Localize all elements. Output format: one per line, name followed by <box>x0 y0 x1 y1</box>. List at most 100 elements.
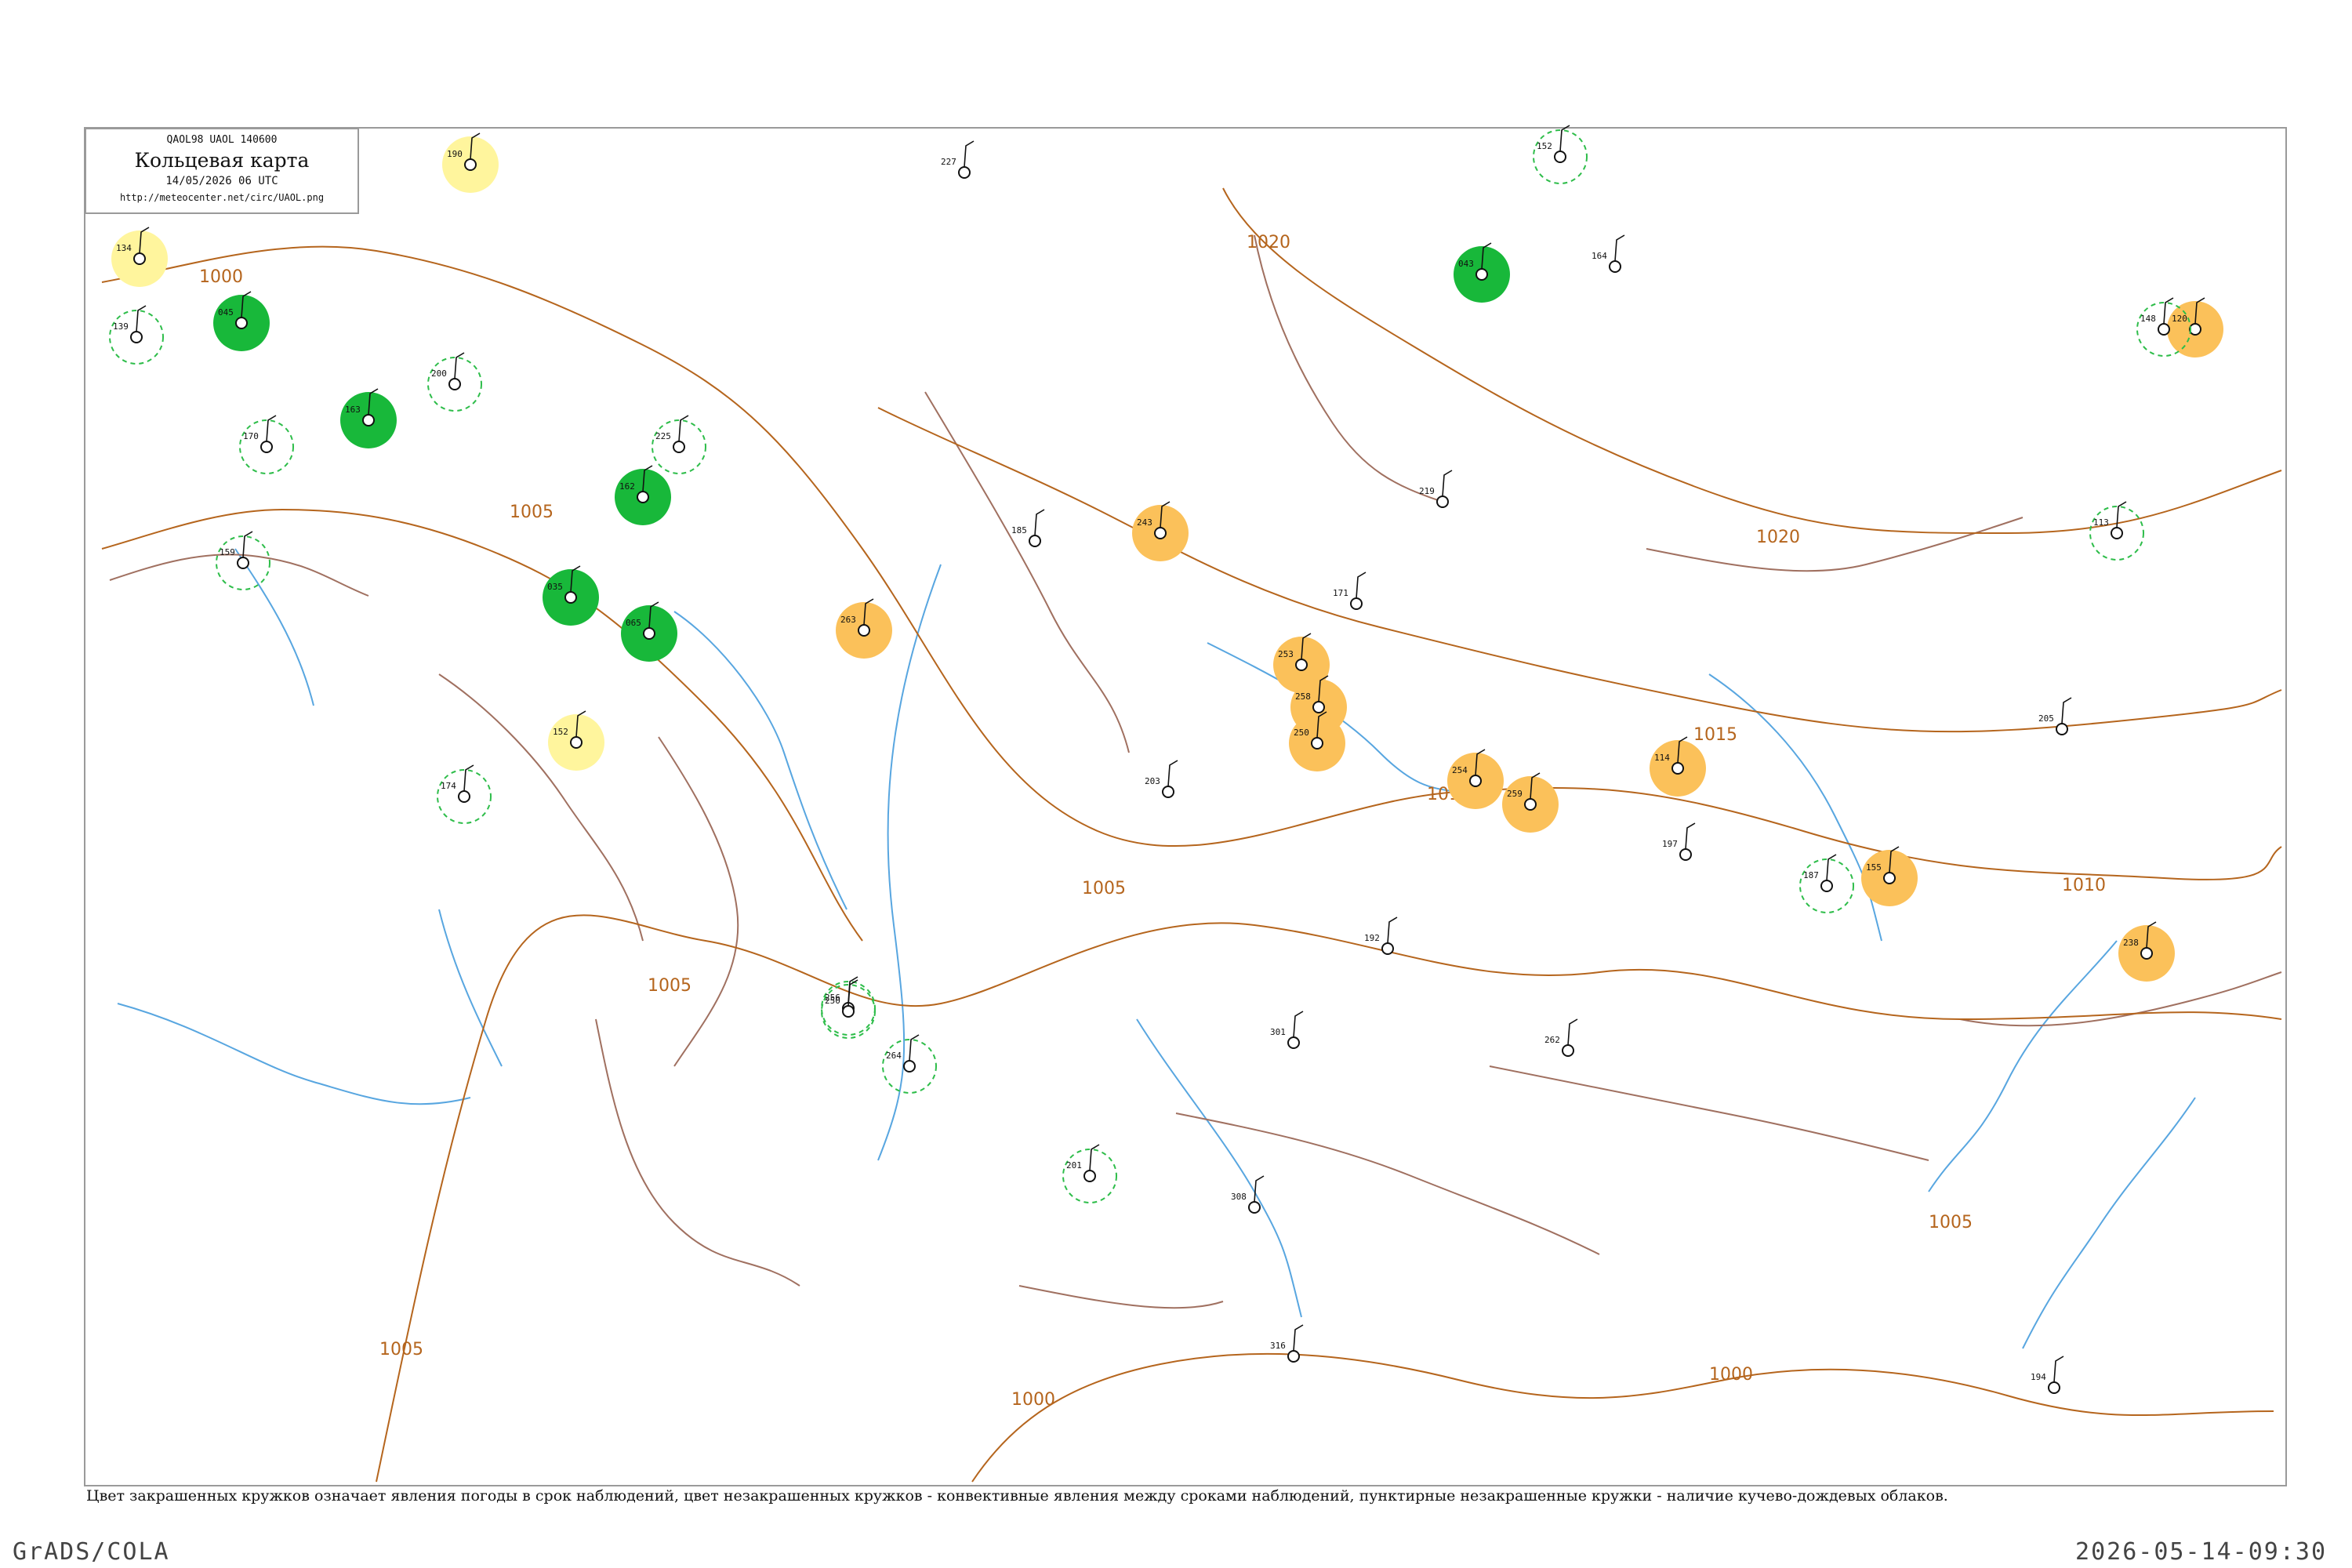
station-pressure-code: 308 <box>1231 1192 1247 1202</box>
station-pressure-code: 171 <box>1333 588 1348 598</box>
station-pressure-code: 258 <box>1295 691 1311 702</box>
station-circle-icon <box>235 317 248 329</box>
station-circle-icon <box>1295 659 1308 671</box>
map-header: QAOL98 UAOL 140600 Кольцевая карта 14/05… <box>85 128 359 214</box>
station-circle-icon <box>1083 1170 1096 1182</box>
station-pressure-code: 065 <box>626 618 641 628</box>
station-pressure-code: 155 <box>1866 862 1882 873</box>
station-circle-icon <box>1312 701 1325 713</box>
station-circle-icon <box>842 1005 855 1018</box>
station-pressure-code: 219 <box>1419 486 1435 496</box>
station-pressure-code: 200 <box>431 368 447 379</box>
isobar-label: 1020 <box>1247 233 1290 252</box>
station-pressure-code: 250 <box>825 996 840 1006</box>
station-circle-icon <box>1436 495 1449 508</box>
isobar-label: 1005 <box>1082 879 1126 898</box>
isobar-label: 1000 <box>1709 1365 1753 1385</box>
station-pressure-code: 316 <box>1270 1341 1286 1351</box>
station-circle-icon <box>2189 323 2201 336</box>
isobar-label: 1010 <box>2062 876 2106 895</box>
station-circle-icon <box>958 166 971 179</box>
station-pressure-code: 170 <box>243 431 259 441</box>
station-circle-icon <box>464 158 477 171</box>
station-pressure-code: 152 <box>1537 141 1552 151</box>
station-pressure-code: 259 <box>1507 789 1523 799</box>
render-timestamp: 2026-05-14-09:30 <box>2075 1538 2327 1566</box>
station-pressure-code: 187 <box>1803 870 1819 880</box>
station-pressure-code: 113 <box>2093 517 2109 528</box>
station-circle-icon <box>1524 798 1537 811</box>
station-pressure-code: 152 <box>553 727 568 737</box>
station-circle-icon <box>1562 1044 1574 1057</box>
station-circle-icon <box>1475 268 1488 281</box>
station-circle-icon <box>133 252 146 265</box>
station-circle-icon <box>1671 762 1684 775</box>
station-circle-icon <box>1350 597 1363 610</box>
station-pressure-code: 185 <box>1011 525 1027 535</box>
map-frame <box>84 127 2287 1486</box>
station-circle-icon <box>458 790 470 803</box>
station-circle-icon <box>1469 775 1482 787</box>
station-circle-icon <box>237 557 249 569</box>
map-title: Кольцевая карта <box>134 149 310 172</box>
station-circle-icon <box>2056 723 2068 735</box>
station-pressure-code: 201 <box>1066 1160 1082 1171</box>
station-circle-icon <box>643 627 655 640</box>
station-pressure-code: 045 <box>218 307 234 318</box>
station-pressure-code: 263 <box>840 615 856 625</box>
station-pressure-code: 192 <box>1364 933 1380 943</box>
station-circle-icon <box>260 441 273 453</box>
station-pressure-code: 164 <box>1592 251 1607 261</box>
station-pressure-code: 194 <box>2031 1372 2046 1382</box>
station-pressure-code: 159 <box>220 547 235 557</box>
station-pressure-code: 043 <box>1458 259 1474 269</box>
station-circle-icon <box>448 378 461 390</box>
station-pressure-code: 250 <box>1294 728 1309 738</box>
station-circle-icon <box>637 491 649 503</box>
station-circle-icon <box>903 1060 916 1073</box>
station-circle-icon <box>2111 527 2123 539</box>
station-pressure-code: 163 <box>345 405 361 415</box>
map-url: http://meteocenter.net/circ/UAOL.png <box>119 192 325 203</box>
station-circle-icon <box>1029 535 1041 547</box>
isobar-label: 1020 <box>1756 528 1800 547</box>
weather-map: 1000 1000 1000 1005 1005 1005 1005 1005 … <box>84 125 2287 1486</box>
header-code-line: QAOL98 UAOL 140600 <box>166 134 278 146</box>
station-circle-icon <box>858 624 870 637</box>
station-circle-icon <box>1883 872 1896 884</box>
station-circle-icon <box>1287 1350 1300 1363</box>
station-circle-icon <box>1381 942 1394 955</box>
map-date: 14/05/2026 06 UTC <box>165 175 278 187</box>
isobar-label: 1000 <box>199 267 243 287</box>
isobar-label: 1005 <box>648 976 691 996</box>
station-circle-icon <box>2048 1381 2060 1394</box>
station-circle-icon <box>1154 527 1167 539</box>
station-pressure-code: 174 <box>441 781 456 791</box>
station-circle-icon <box>130 331 143 343</box>
station-pressure-code: 238 <box>2123 938 2139 948</box>
station-pressure-code: 205 <box>2038 713 2054 724</box>
station-pressure-code: 203 <box>1145 776 1160 786</box>
station-pressure-code: 243 <box>1137 517 1152 528</box>
station-pressure-code: 225 <box>655 431 671 441</box>
station-pressure-code: 035 <box>547 582 563 592</box>
isobar-label: 1015 <box>1693 725 1737 745</box>
isobar-label: 1005 <box>379 1340 423 1359</box>
station-circle-icon <box>564 591 577 604</box>
station-circle-icon <box>2158 323 2170 336</box>
isobar-label: 1000 <box>1011 1390 1055 1410</box>
station-pressure-code: 139 <box>113 321 129 332</box>
station-circle-icon <box>1820 880 1833 892</box>
station-circle-icon <box>1554 151 1566 163</box>
station-circle-icon <box>1287 1036 1300 1049</box>
station-pressure-code: 254 <box>1452 765 1468 775</box>
station-pressure-code: 264 <box>886 1051 902 1061</box>
station-pressure-code: 253 <box>1278 649 1294 659</box>
station-circle-icon <box>1311 737 1323 750</box>
station-pressure-code: 134 <box>116 243 132 253</box>
station-circle-icon <box>570 736 583 749</box>
station-circle-icon <box>2140 947 2153 960</box>
station-pressure-code: 120 <box>2172 314 2187 324</box>
station-pressure-code: 262 <box>1544 1035 1560 1045</box>
station-circle-icon <box>673 441 685 453</box>
